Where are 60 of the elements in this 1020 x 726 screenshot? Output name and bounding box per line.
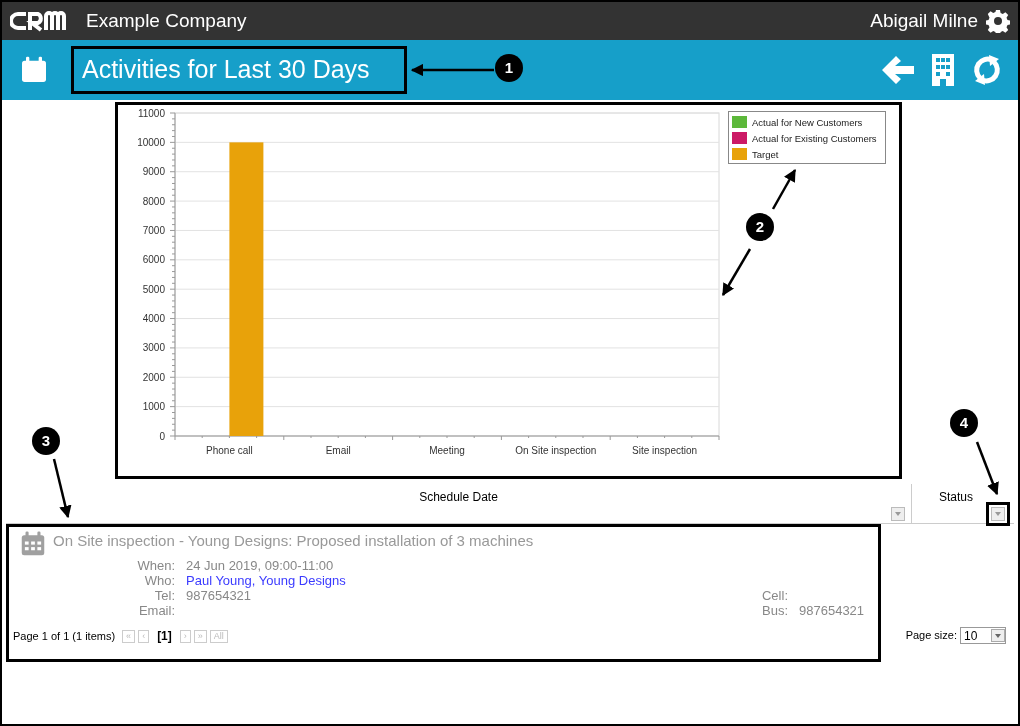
back-arrow-icon[interactable] — [882, 55, 914, 85]
user-name[interactable]: Abigail Milne — [870, 6, 978, 36]
dropdown-icon — [991, 629, 1005, 642]
legend-label: Actual for New Customers — [752, 117, 863, 128]
legend-label: Target — [752, 149, 779, 160]
field-label: Bus: — [762, 603, 788, 618]
activity-title[interactable]: On Site inspection - Young Designs: Proposed installation of 3 machines — [53, 529, 534, 553]
field-label: Email: — [138, 603, 175, 618]
field-value: 24 Jun 2019, 09:00-11:00 — [186, 558, 334, 573]
pager-button[interactable]: › — [179, 629, 191, 643]
y-axis-label: 1000 — [142, 401, 165, 413]
x-axis-label: Email — [325, 445, 351, 456]
current-page: [1] — [156, 628, 173, 645]
page-size-label: Page size: — [905, 628, 957, 644]
x-axis-label: Site inspection — [632, 445, 698, 456]
settings-icon[interactable] — [986, 9, 1010, 33]
pager-button[interactable]: « — [122, 629, 136, 643]
field-label: Who: — [144, 573, 175, 588]
y-axis-label: 4000 — [142, 313, 165, 325]
refresh-icon[interactable] — [972, 55, 1002, 85]
y-axis-label: 5000 — [142, 283, 165, 295]
field-value: 987654321 — [799, 603, 865, 618]
y-axis-label: 2000 — [142, 371, 165, 383]
y-axis-label: 3000 — [142, 342, 165, 354]
page-title: Activities for Last 30 Days — [71, 46, 407, 94]
annotation-arrow — [975, 441, 999, 496]
y-axis-label: 6000 — [142, 254, 165, 266]
legend-label: Actual for Existing Customers — [752, 133, 877, 144]
y-axis-label: 0 — [159, 430, 165, 442]
column-header[interactable]: Schedule Date — [419, 488, 498, 504]
callout-marker: 2 — [746, 213, 774, 241]
annotation-arrow — [721, 248, 752, 297]
filter-button[interactable] — [986, 502, 1010, 526]
y-axis-label: 8000 — [142, 195, 165, 207]
x-axis-label: On Site inspection — [515, 445, 597, 456]
x-axis-label: Phone call — [206, 445, 253, 456]
contact-link[interactable]: Paul Young, Young Designs — [186, 573, 346, 588]
y-axis-label: 9000 — [142, 166, 165, 178]
pager-summary: Page 1 of 1 (1 items) — [13, 628, 116, 644]
page-size-select[interactable]: 10 — [960, 627, 1006, 644]
field-label: Tel: — [154, 588, 175, 603]
field-value: 987654321 — [186, 588, 252, 603]
annotation-arrow — [52, 458, 72, 519]
field-label: When: — [137, 558, 175, 573]
column-header[interactable]: Status — [939, 488, 973, 504]
page-size-value: 10 — [964, 627, 979, 645]
y-axis-label: 10000 — [137, 136, 165, 148]
pager-button[interactable]: » — [193, 629, 207, 643]
field-label: Cell: — [762, 588, 788, 603]
x-axis-label: Meeting — [429, 445, 465, 456]
dropdown-icon — [895, 512, 901, 516]
callout-marker: 4 — [950, 409, 978, 437]
annotation-arrow — [771, 168, 797, 210]
building-icon[interactable] — [930, 54, 956, 86]
company-name: Example Company — [86, 8, 247, 33]
y-axis-label: 7000 — [142, 224, 165, 236]
dropdown-icon — [991, 507, 1005, 521]
y-axis-label: 11000 — [137, 107, 165, 119]
callout-marker: 3 — [32, 427, 60, 455]
pager-button[interactable]: ‹ — [138, 629, 150, 643]
